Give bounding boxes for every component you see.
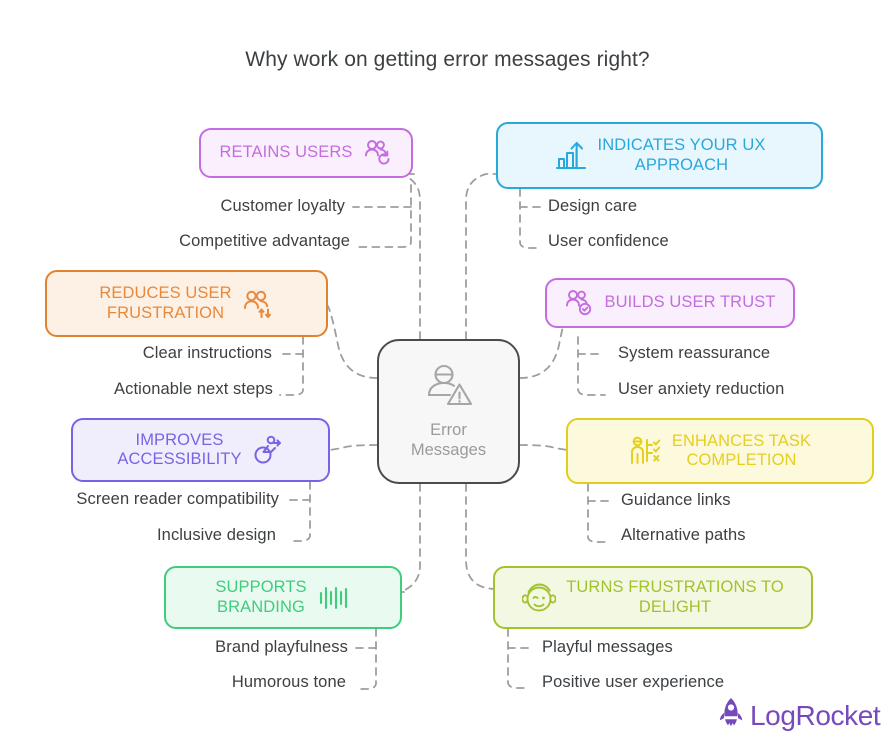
center-node-error-messages[interactable]: Error Messages	[377, 339, 520, 484]
node-indicates-ux-approach[interactable]: INDICATES YOUR UX APPROACH	[496, 122, 823, 189]
node-improves-accessibility-label: IMPROVES ACCESSIBILITY	[117, 430, 242, 468]
wheelchair-arrow-icon	[252, 434, 284, 466]
user-warning-icon	[422, 363, 476, 418]
leaf-alternative-paths: Alternative paths	[621, 526, 746, 544]
node-builds-user-trust[interactable]: BUILDS USER TRUST	[545, 278, 795, 328]
node-indicates-ux-approach-label: INDICATES YOUR UX APPROACH	[597, 136, 766, 174]
node-turns-frustrations-to-delight-label: TURNS FRUSTRATIONS TO DELIGHT	[566, 578, 784, 616]
page-title: Why work on getting error messages right…	[245, 48, 650, 71]
winking-face-icon	[522, 581, 557, 615]
leaf-screen-reader-compatibility: Screen reader compatibility	[76, 490, 279, 508]
node-reduces-user-frustration-label: REDUCES USER FRUSTRATION	[99, 284, 232, 322]
node-retains-users[interactable]: RETAINS USERS	[199, 128, 413, 178]
users-updown-arrows-icon	[242, 288, 274, 320]
node-turns-frustrations-to-delight[interactable]: TURNS FRUSTRATIONS TO DELIGHT	[493, 566, 813, 629]
leaf-positive-user-experience: Positive user experience	[542, 673, 725, 691]
node-builds-user-trust-label: BUILDS USER TRUST	[604, 293, 776, 312]
rocket-icon	[716, 697, 746, 735]
node-supports-branding[interactable]: SUPPORTS BRANDING	[164, 566, 402, 629]
growth-chart-arrow-icon	[554, 139, 588, 173]
leaf-inclusive-design: Inclusive design	[156, 526, 276, 544]
leaf-playful-messages: Playful messages	[542, 638, 673, 656]
leaf-clear-instructions: Clear instructions	[142, 344, 272, 362]
node-enhances-task-completion-label: ENHANCES TASK COMPLETION	[671, 431, 812, 469]
leaf-humorous-tone: Humorous tone	[231, 673, 346, 691]
leaf-brand-playfulness: Brand playfulness	[215, 638, 348, 656]
person-checklist-icon	[629, 435, 662, 468]
leaf-customer-loyalty: Customer loyalty	[220, 197, 345, 215]
users-check-icon	[564, 288, 594, 318]
sound-wave-icon	[317, 585, 351, 611]
mindmap-canvas: Why work on getting error messages right…	[0, 0, 895, 743]
node-reduces-user-frustration[interactable]: REDUCES USER FRUSTRATION	[45, 270, 328, 337]
leaf-system-reassurance: System reassurance	[618, 344, 771, 362]
leaf-user-confidence: User confidence	[548, 232, 669, 250]
leaf-actionable-next-steps: Actionable next steps	[114, 380, 273, 398]
node-enhances-task-completion[interactable]: ENHANCES TASK COMPLETION	[566, 418, 874, 484]
leaf-design-care: Design care	[548, 197, 638, 215]
node-retains-users-label: RETAINS USERS	[219, 143, 353, 162]
users-refresh-icon	[363, 138, 393, 168]
leaf-guidance-links: Guidance links	[621, 491, 731, 509]
node-improves-accessibility[interactable]: IMPROVES ACCESSIBILITY	[71, 418, 330, 482]
logrocket-logo-text: LogRocket	[750, 700, 881, 731]
node-supports-branding-label: SUPPORTS BRANDING	[215, 578, 307, 616]
leaf-competitive-advantage: Competitive advantage	[179, 232, 350, 250]
center-node-label: Error Messages	[410, 420, 487, 459]
leaf-user-anxiety-reduction: User anxiety reduction	[618, 380, 785, 398]
logrocket-logo: LogRocket	[716, 697, 881, 735]
